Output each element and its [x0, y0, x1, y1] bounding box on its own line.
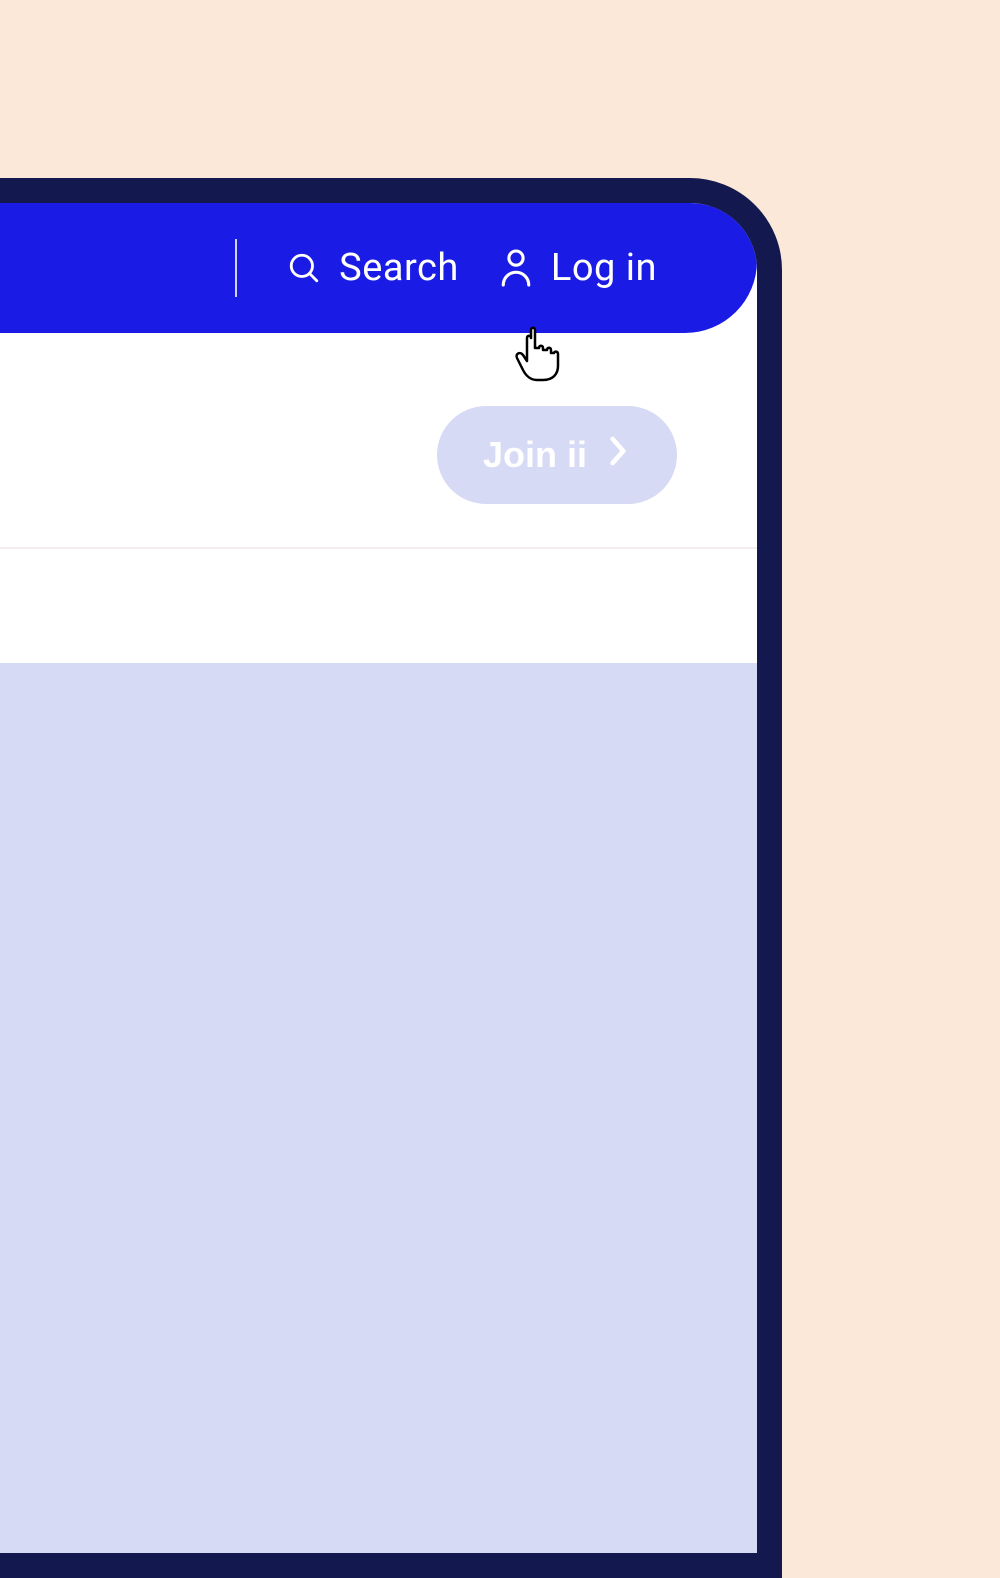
search-button[interactable]: Search — [287, 246, 459, 290]
screen: Search Log in Join ii — [0, 203, 757, 1553]
cta-row: Join ii — [0, 363, 757, 549]
device-frame: Search Log in Join ii — [0, 178, 782, 1578]
join-label: Join ii — [483, 434, 587, 476]
divider — [235, 239, 237, 297]
login-button[interactable]: Log in — [499, 246, 657, 290]
login-label: Log in — [551, 246, 657, 290]
search-icon — [287, 251, 321, 285]
search-label: Search — [339, 246, 459, 290]
spacer — [0, 551, 757, 663]
content-panel — [0, 663, 757, 1553]
user-icon — [499, 248, 533, 288]
topbar: Search Log in — [0, 203, 757, 333]
join-button[interactable]: Join ii — [437, 406, 677, 504]
chevron-right-icon — [605, 434, 631, 476]
